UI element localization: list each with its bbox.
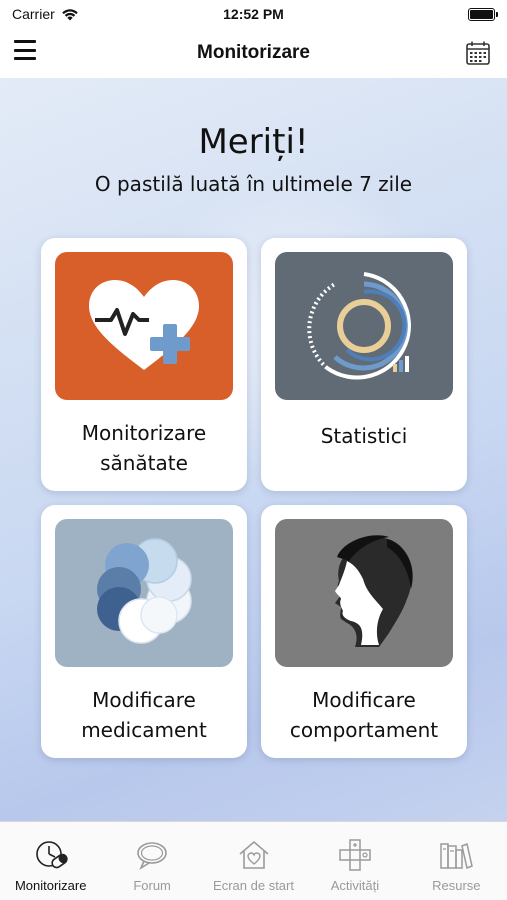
battery-icon — [468, 7, 498, 21]
carrier-label: Carrier — [12, 6, 55, 22]
health-tile — [55, 252, 233, 400]
card-label: Statistici — [320, 424, 408, 448]
card-medication-change[interactable]: Modificare medicament — [41, 505, 247, 758]
tab-forum[interactable]: Forum — [101, 822, 202, 900]
head-profile-icon — [335, 535, 413, 647]
status-bar: Carrier 12:52 PM — [0, 0, 507, 28]
medication-tile — [55, 519, 233, 667]
tab-bar: Monitorizare Forum Ecran de start Activi… — [0, 821, 507, 900]
wifi-icon — [61, 8, 78, 20]
pill-summary: O pastilă luată în ultimele 7 zile — [94, 172, 413, 196]
card-label: Modificare comportament — [289, 688, 439, 742]
behavior-tile — [275, 519, 453, 667]
statistics-ring-icon — [307, 272, 411, 380]
tab-activities[interactable]: Activități — [304, 822, 405, 900]
tab-label: Activități — [330, 878, 380, 893]
card-label: Monitorizare sănătate — [81, 421, 207, 475]
tab-label: Forum — [133, 878, 171, 893]
status-left: Carrier — [12, 6, 79, 22]
tab-label: Monitorizare — [14, 878, 87, 893]
tab-monitorizare[interactable]: Monitorizare — [0, 822, 101, 900]
card-behavior-change[interactable]: Modificare comportament — [261, 505, 467, 758]
tab-label: Resurse — [432, 878, 481, 893]
heart-health-icon — [89, 280, 199, 370]
home-heart-icon — [238, 840, 269, 869]
main-content: Meriți! O pastilă luată în ultimele 7 zi… — [0, 78, 507, 821]
motivation-headline: Meriți! — [198, 122, 309, 162]
statistics-tile — [275, 252, 453, 400]
page-title: Monitorizare — [197, 42, 310, 63]
chat-bubble-icon — [137, 842, 167, 871]
hamburger-icon[interactable] — [14, 40, 36, 60]
card-health-monitoring[interactable]: Monitorizare sănătate — [41, 238, 247, 491]
tab-resources[interactable]: Resurse — [406, 822, 507, 900]
monitor-pill-icon — [35, 841, 68, 869]
gamepad-icon — [339, 839, 371, 871]
card-label: Modificare medicament — [81, 688, 207, 742]
navigation-bar: Monitorizare — [0, 28, 507, 78]
tab-home[interactable]: Ecran de start — [203, 822, 304, 900]
books-icon — [440, 842, 474, 870]
tab-label: Ecran de start — [213, 878, 294, 893]
calendar-icon[interactable] — [465, 40, 491, 66]
card-statistics[interactable]: Statistici — [261, 238, 467, 491]
pills-circles-icon — [97, 538, 192, 644]
